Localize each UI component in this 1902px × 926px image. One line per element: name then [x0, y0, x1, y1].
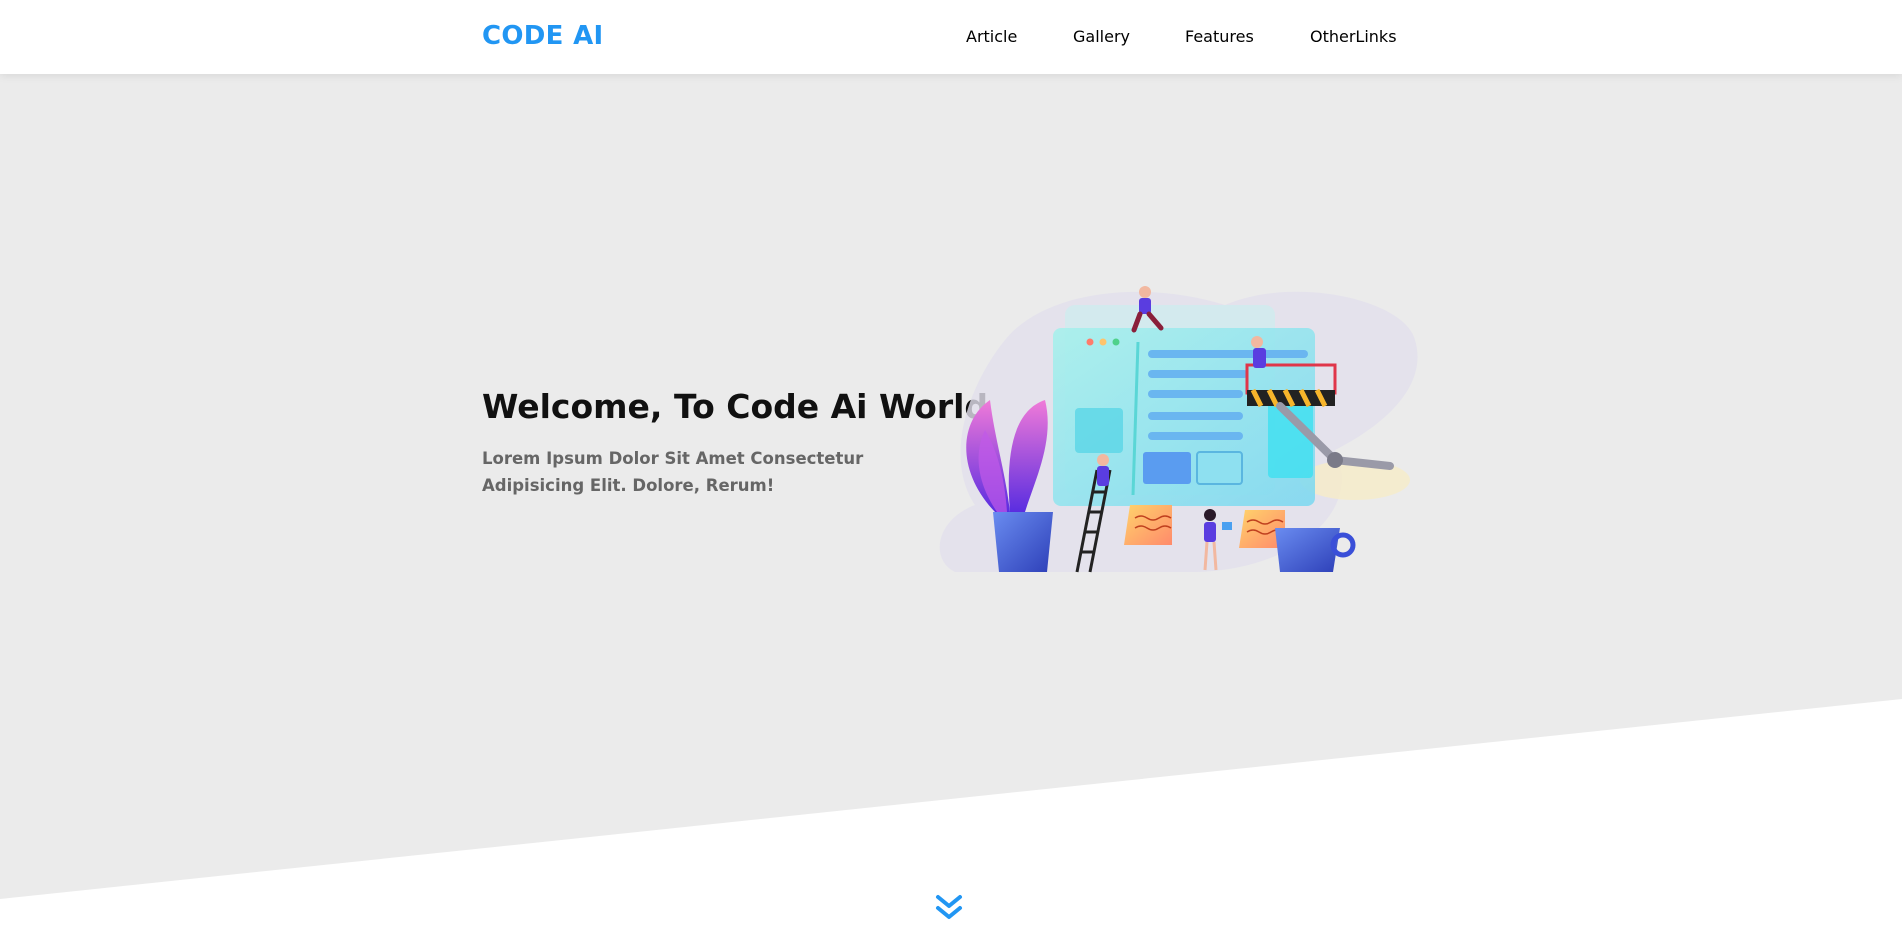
nav-item-gallery[interactable]: Gallery — [1073, 24, 1130, 50]
top-navbar: CODE AI Article Gallery Features OtherLi… — [0, 0, 1902, 74]
double-chevron-down-icon[interactable] — [934, 893, 964, 923]
hero-title: Welcome, To Code Ai World — [482, 387, 989, 426]
nav-item-otherlinks[interactable]: OtherLinks — [1310, 24, 1397, 50]
main-nav: Article Gallery Features OtherLinks — [0, 24, 1902, 50]
hero-subtitle: Lorem Ipsum Dolor Sit Amet Consectetur A… — [482, 449, 864, 495]
nav-item-article[interactable]: Article — [966, 24, 1017, 50]
hero-illustration — [939, 286, 1418, 573]
nav-item-features[interactable]: Features — [1185, 24, 1254, 50]
